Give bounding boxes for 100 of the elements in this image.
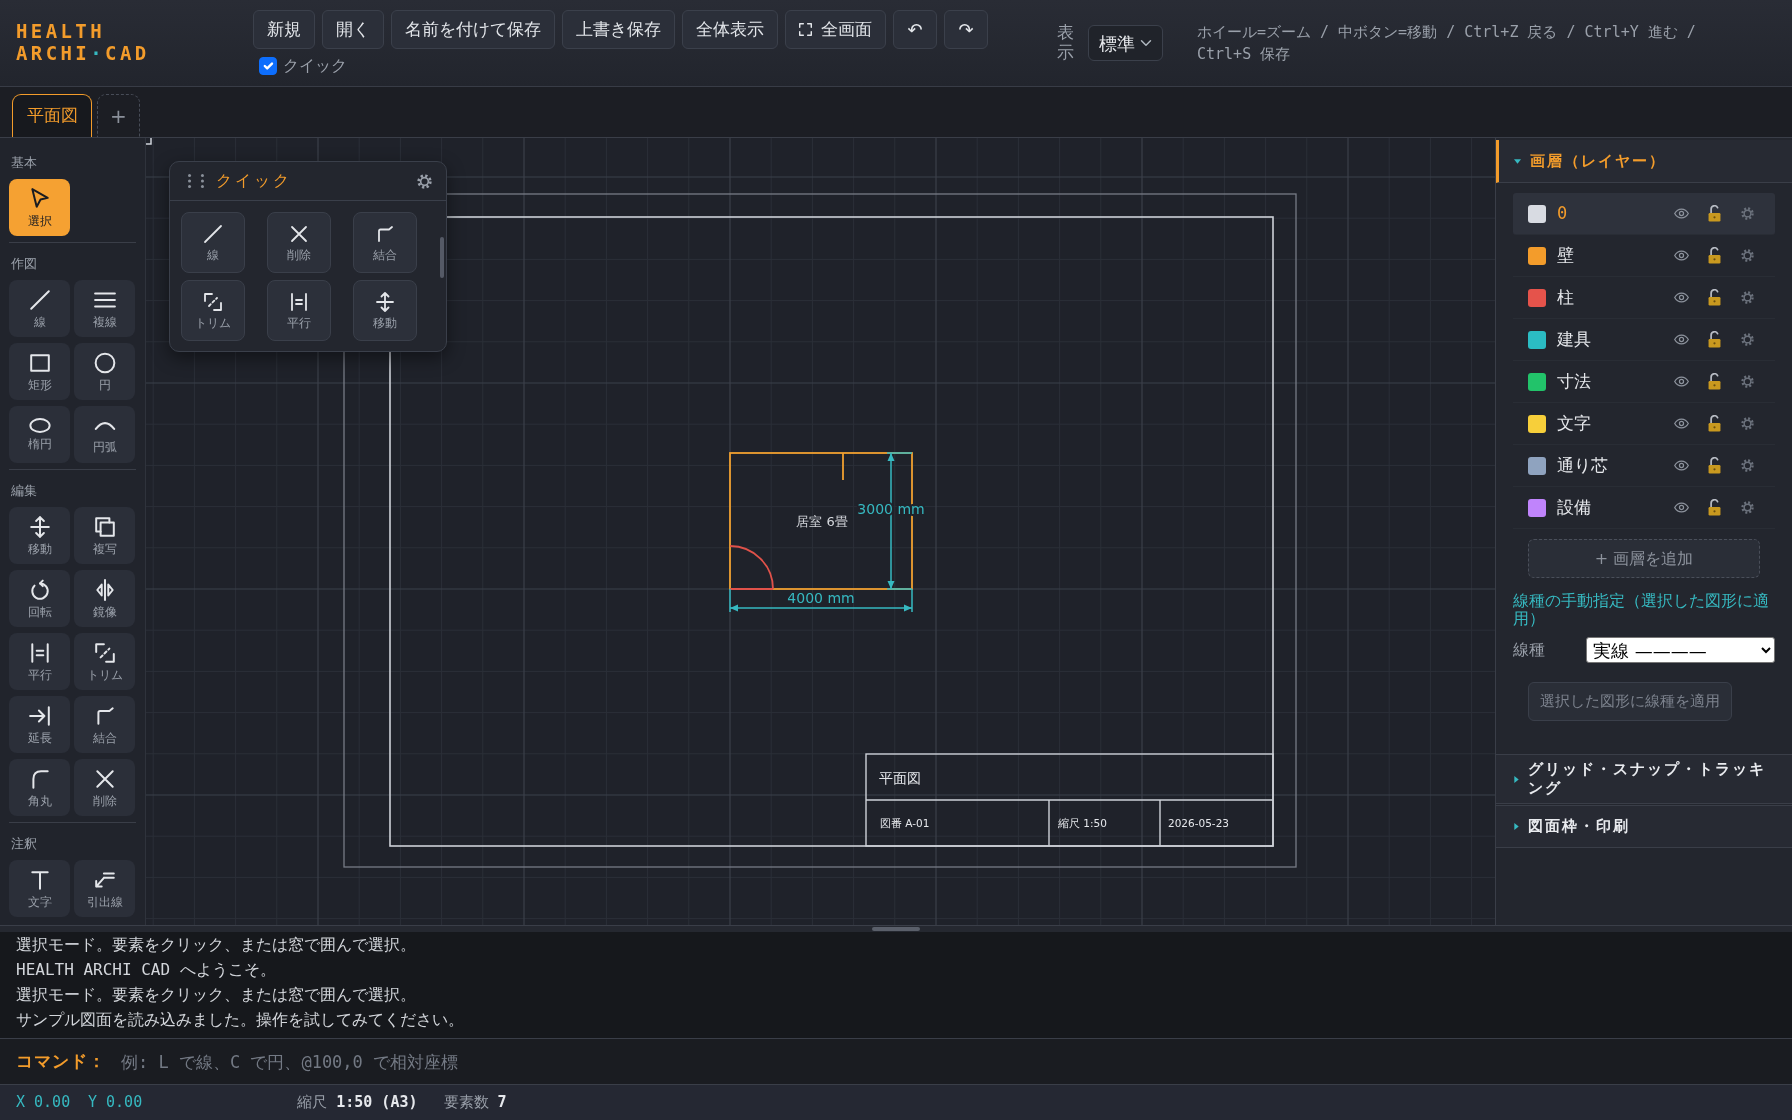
circle-icon — [93, 351, 116, 374]
open-padlock-icon[interactable] — [1708, 289, 1721, 306]
tool-button[interactable]: 角丸 — [9, 759, 70, 816]
open-padlock-icon[interactable] — [1708, 205, 1721, 222]
layer-row[interactable]: 0 — [1513, 193, 1775, 235]
toolbar-button[interactable]: 開く — [322, 10, 384, 49]
tool-button[interactable]: 複線 — [74, 280, 135, 337]
eye-icon[interactable] — [1674, 460, 1689, 471]
toolbar-button[interactable]: ↷ — [944, 10, 988, 49]
section-header[interactable]: 画層（レイヤー） — [1496, 140, 1792, 183]
section-header[interactable]: グリッド・スナップ・トラッキング — [1496, 754, 1792, 804]
tool-button[interactable]: 矩形 — [9, 343, 70, 400]
gear-icon[interactable] — [417, 173, 432, 189]
quick-tool-button[interactable]: 削除 — [267, 212, 331, 273]
document-tab[interactable]: 平面図 — [12, 94, 92, 137]
layer-name: 柱 — [1557, 285, 1575, 309]
tool-button[interactable]: 引出線 — [74, 860, 135, 917]
title-block-field: 図番 A-01 — [880, 817, 930, 829]
add-layer-button[interactable]: + 画層を追加 — [1528, 539, 1760, 578]
toolbar-button[interactable]: 新規 — [253, 10, 315, 49]
trim-icon — [203, 291, 223, 312]
open-padlock-icon[interactable] — [1708, 331, 1721, 348]
quick-tool-button[interactable]: 結合 — [353, 212, 417, 273]
tool-button[interactable]: 線 — [9, 280, 70, 337]
layer-row[interactable]: 寸法 — [1513, 361, 1775, 403]
add-tab-button[interactable]: + — [97, 94, 140, 137]
section-label: 作図 — [10, 255, 37, 273]
gear-icon[interactable] — [1741, 333, 1754, 346]
diagonal-line-icon — [203, 223, 223, 244]
quick-tool-button[interactable]: 平行 — [267, 280, 331, 341]
tool-button[interactable]: 文字 — [9, 860, 70, 917]
command-input[interactable]: 例: L で線、C で円、@100,0 で相対座標 — [121, 1046, 1776, 1077]
eye-icon[interactable] — [1674, 250, 1689, 261]
title-block-field: 2026-05-23 — [1168, 817, 1230, 829]
eye-icon[interactable] — [1674, 208, 1689, 219]
section-label: 編集 — [10, 482, 37, 500]
eye-icon[interactable] — [1674, 502, 1689, 513]
toolbar-button[interactable]: 上書き保存 — [562, 10, 675, 49]
resize-handle[interactable] — [872, 927, 920, 931]
arc-icon — [93, 421, 116, 430]
layer-row[interactable]: 柱 — [1513, 277, 1775, 319]
layer-row[interactable]: 壁 — [1513, 235, 1775, 277]
tool-button[interactable]: 円 — [74, 343, 135, 400]
tool-button[interactable]: 結合 — [74, 696, 135, 753]
tool-button[interactable]: 平行 — [9, 633, 70, 690]
app-logo: HEALTH ARCHI·CAD — [16, 19, 151, 64]
eye-icon[interactable] — [1674, 292, 1689, 303]
move-arrows-icon — [375, 291, 395, 312]
gear-icon[interactable] — [1741, 417, 1754, 430]
diagonal-line-icon — [28, 288, 51, 311]
element-count: 要素数 7 — [443, 1092, 507, 1114]
open-padlock-icon[interactable] — [1708, 499, 1721, 516]
eye-icon[interactable] — [1674, 376, 1689, 387]
tool-button[interactable]: 回転 — [9, 570, 70, 627]
quick-checkbox[interactable] — [259, 57, 277, 75]
tool-button[interactable]: 円弧 — [74, 406, 135, 463]
gear-icon[interactable] — [1741, 459, 1754, 472]
gear-icon[interactable] — [1741, 207, 1754, 220]
title-block-field: 縮尺 1:50 — [1058, 817, 1107, 829]
parallel-lines-icon — [28, 641, 51, 664]
tool-button[interactable]: 削除 — [74, 759, 135, 816]
drag-handle-icon[interactable] — [185, 174, 207, 188]
view-select[interactable]: 標準 — [1088, 25, 1163, 61]
tool-button[interactable]: 鏡像 — [74, 570, 135, 627]
layer-row[interactable]: 通り芯 — [1513, 445, 1775, 487]
scale-readout: 縮尺 1:50 (A3) — [297, 1092, 418, 1114]
tool-button[interactable]: 移動 — [9, 507, 70, 564]
toolbar-button[interactable]: 全体表示 — [682, 10, 778, 49]
gear-icon[interactable] — [1741, 249, 1754, 262]
toolbar-button[interactable]: ↶ — [893, 10, 937, 49]
tool-button[interactable]: 延長 — [9, 696, 70, 753]
x-mark-icon — [289, 223, 309, 244]
quick-tool-button[interactable]: 線 — [181, 212, 245, 273]
layer-row[interactable]: 設備 — [1513, 487, 1775, 529]
section-header[interactable]: 図面枠・印刷 — [1496, 805, 1792, 848]
quick-tool-button[interactable]: 移動 — [353, 280, 417, 341]
linetype-select[interactable]: 実線 ———— — [1586, 637, 1775, 663]
eye-icon[interactable] — [1674, 418, 1689, 429]
tool-button[interactable]: 楕円 — [9, 406, 70, 463]
layer-row[interactable]: 文字 — [1513, 403, 1775, 445]
tool-button[interactable]: 選択 — [9, 179, 70, 236]
toolbar-button[interactable]: 名前を付けて保存 — [391, 10, 555, 49]
cursor-icon — [28, 187, 51, 210]
open-padlock-icon[interactable] — [1708, 415, 1721, 432]
tool-button[interactable]: 複写 — [74, 507, 135, 564]
gear-icon[interactable] — [1741, 291, 1754, 304]
tool-button[interactable]: トリム — [74, 633, 135, 690]
fullscreen-button[interactable]: 全画面 — [785, 10, 886, 49]
room-label: 居室 6畳 — [796, 514, 848, 529]
gear-icon[interactable] — [1741, 375, 1754, 388]
layer-row[interactable]: 建具 — [1513, 319, 1775, 361]
scrollbar-thumb[interactable] — [440, 237, 444, 278]
square-icon — [28, 351, 51, 374]
gear-icon[interactable] — [1741, 501, 1754, 514]
quick-tool-button[interactable]: トリム — [181, 280, 245, 341]
open-padlock-icon[interactable] — [1708, 457, 1721, 474]
x-mark-icon — [93, 767, 116, 790]
eye-icon[interactable] — [1674, 334, 1689, 345]
open-padlock-icon[interactable] — [1708, 373, 1721, 390]
open-padlock-icon[interactable] — [1708, 247, 1721, 264]
